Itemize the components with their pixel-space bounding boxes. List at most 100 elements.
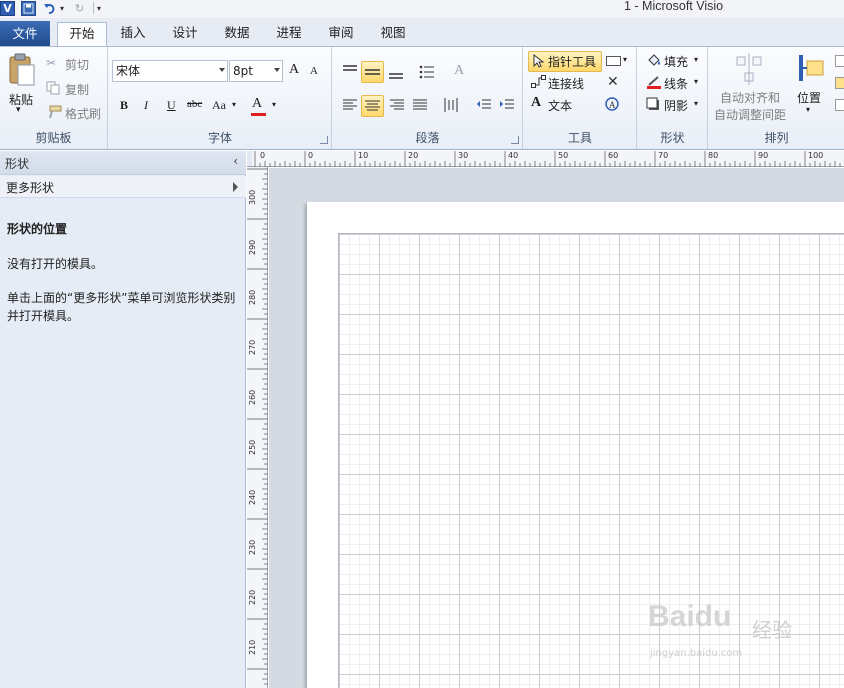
line-dropdown-icon[interactable]: ▾ <box>694 77 698 86</box>
paste-button[interactable]: 粘贴 <box>9 91 33 108</box>
shrink-font-button[interactable]: A <box>310 65 318 77</box>
font-group: 宋体 8pt A A B I U abc Aa ▾ A ▾ 字体 <box>109 47 332 149</box>
rectangle-icon[interactable] <box>606 56 621 66</box>
copy-icon[interactable] <box>46 81 60 98</box>
paste-icon[interactable] <box>8 53 36 90</box>
ruler-label: 250 <box>248 439 257 455</box>
connector-button[interactable]: 连接线 <box>548 75 584 92</box>
connection-point-icon[interactable]: A <box>604 96 620 115</box>
italic-button[interactable]: I <box>144 98 148 113</box>
text-tool-button[interactable]: 文本 <box>548 97 572 114</box>
line-icon[interactable] <box>646 75 662 92</box>
horizontal-ruler[interactable]: 0 0 10 20 30 40 50 60 70 80 90 100 <box>252 151 844 167</box>
align-right-icon[interactable] <box>389 99 405 114</box>
align-top-icon[interactable] <box>342 64 358 79</box>
bullets-icon[interactable] <box>419 65 435 82</box>
quick-access-toolbar: V ▾ ↻ ▾ <box>0 0 103 16</box>
format-painter-icon[interactable] <box>46 105 62 122</box>
bring-forward-icon[interactable] <box>835 55 844 67</box>
copy-button[interactable]: 复制 <box>65 81 89 98</box>
ruler-label: 260 <box>248 389 257 405</box>
font-color-button[interactable]: A <box>252 96 262 112</box>
align-center-button[interactable] <box>361 95 384 117</box>
font-name-combo[interactable]: 宋体 <box>112 60 228 82</box>
tab-process[interactable]: 进程 <box>268 22 310 46</box>
change-case-dropdown-icon[interactable]: ▾ <box>232 100 236 109</box>
ruler-label: 70 <box>658 151 669 160</box>
customize-qat-icon[interactable]: ▾ <box>95 1 103 16</box>
shadow-button[interactable]: 阴影 <box>664 97 688 114</box>
align-middle-button[interactable] <box>361 61 384 83</box>
grow-font-button[interactable]: A <box>289 62 299 78</box>
format-painter-button[interactable]: 格式刷 <box>65 105 101 122</box>
strikethrough-button[interactable]: abc <box>187 98 202 110</box>
position-icon[interactable] <box>797 53 825 86</box>
window-title: 1 - Microsoft Visio <box>624 0 724 13</box>
more-shapes-menu[interactable]: 更多形状 <box>0 176 246 198</box>
more-shapes-arrow-icon <box>233 182 238 192</box>
align-left-icon[interactable] <box>342 99 358 114</box>
underline-button[interactable]: U <box>167 98 176 113</box>
cut-button[interactable]: 剪切 <box>65 56 89 73</box>
visio-app-icon[interactable]: V <box>0 0 15 16</box>
tab-data[interactable]: 数据 <box>216 22 258 46</box>
undo-icon[interactable] <box>42 1 57 16</box>
vertical-ruler[interactable]: 300 290 280 270 260 250 240 230 220 210 <box>247 167 268 688</box>
redo-icon[interactable]: ↻ <box>72 1 87 16</box>
distribute-icon[interactable] <box>443 97 459 116</box>
shapes-pane: 形状 ‹ 更多形状 形状的位置 没有打开的模具。 单击上面的“更多形状”菜单可浏… <box>0 151 246 688</box>
bold-button[interactable]: B <box>120 98 128 113</box>
rectangle-dropdown-icon[interactable]: ▾ <box>623 55 627 64</box>
tab-view[interactable]: 视图 <box>372 22 414 46</box>
close-shape-icon[interactable]: ✕ <box>607 74 619 90</box>
align-bottom-icon[interactable] <box>388 68 404 83</box>
fill-button[interactable]: 填充 <box>664 53 688 70</box>
ruler-label: 40 <box>508 151 519 160</box>
ruler-label: 20 <box>408 151 419 160</box>
tab-insert[interactable]: 插入 <box>112 22 154 46</box>
decrease-indent-icon[interactable] <box>476 98 492 115</box>
connector-icon[interactable] <box>531 75 546 92</box>
font-size-dropdown-icon[interactable] <box>274 68 280 72</box>
tab-file[interactable]: 文件 <box>0 21 50 46</box>
auto-align-label[interactable]: 自动对齐和 <box>720 89 780 106</box>
undo-dropdown-icon[interactable]: ▾ <box>58 1 66 16</box>
font-size-combo[interactable]: 8pt <box>229 60 283 82</box>
baidu-watermark-url: jingyan.baidu.com <box>650 648 743 659</box>
increase-indent-icon[interactable] <box>499 98 515 115</box>
text-rotate-icon[interactable]: A <box>454 63 464 79</box>
change-case-button[interactable]: Aa <box>212 98 226 113</box>
arrange-group: 自动对齐和 自动调整间距 位置 ▾ 排列 <box>709 47 844 149</box>
cut-icon[interactable]: ✂ <box>46 56 56 70</box>
paste-dropdown-icon[interactable]: ▾ <box>16 105 21 115</box>
more-shapes-hint: 单击上面的“更多形状”菜单可浏览形状类别并打开模具。 <box>7 291 236 323</box>
collapse-pane-icon[interactable]: ‹ <box>233 154 238 168</box>
position-button[interactable]: 位置 <box>797 89 821 106</box>
fill-dropdown-icon[interactable]: ▾ <box>694 55 698 64</box>
justify-icon[interactable] <box>412 99 428 114</box>
arrange-group-label: 排列 <box>764 131 789 145</box>
shadow-icon[interactable] <box>646 97 660 114</box>
tab-home[interactable]: 开始 <box>57 22 107 46</box>
tab-review[interactable]: 审阅 <box>320 22 362 46</box>
font-size-value: 8pt <box>233 64 253 78</box>
ruler-label: 240 <box>248 489 257 505</box>
send-backward-icon[interactable] <box>835 77 844 89</box>
group-icon[interactable] <box>835 99 844 111</box>
shadow-dropdown-icon[interactable]: ▾ <box>694 99 698 108</box>
font-dialog-launcher-icon[interactable] <box>320 136 328 144</box>
tab-design[interactable]: 设计 <box>164 22 206 46</box>
paragraph-dialog-launcher-icon[interactable] <box>511 136 519 144</box>
ruler-label: 0 <box>308 151 314 160</box>
font-color-dropdown-icon[interactable]: ▾ <box>272 100 276 109</box>
save-icon[interactable] <box>21 0 36 16</box>
line-button[interactable]: 线条 <box>664 75 688 92</box>
auto-space-label[interactable]: 自动调整间距 <box>714 106 786 123</box>
font-name-value: 宋体 <box>116 64 141 78</box>
font-name-dropdown-icon[interactable] <box>219 68 225 72</box>
text-tool-icon[interactable]: A <box>531 95 541 111</box>
position-dropdown-icon[interactable]: ▾ <box>806 105 810 114</box>
ruler-label: 100 <box>808 151 824 160</box>
auto-align-space-icon[interactable] <box>735 53 765 88</box>
fill-icon[interactable] <box>646 53 662 70</box>
